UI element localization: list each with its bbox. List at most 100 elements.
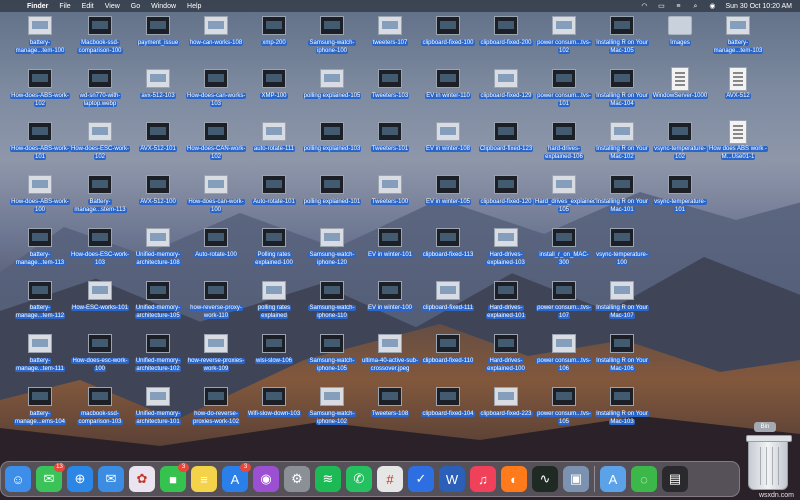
desktop-file-icon[interactable]: EV in winter-110 xyxy=(417,65,479,117)
desktop-file-icon[interactable]: How does ABS work - M...Use01-1 xyxy=(707,118,769,170)
desktop-file-icon[interactable]: clipboard-fixed-100 xyxy=(417,12,479,64)
desktop-file-icon[interactable]: wisi-slow-106 xyxy=(243,330,305,382)
desktop-file-icon[interactable]: vsync-temperature-101 xyxy=(649,171,711,223)
dock-system-preferences-icon[interactable]: ⚙ xyxy=(284,466,310,492)
desktop-file-icon[interactable]: Images xyxy=(649,12,711,64)
dock-notes-icon[interactable]: ≡ xyxy=(191,466,217,492)
desktop-file-icon[interactable]: Installing R on Your Mac-105 xyxy=(591,12,653,64)
desktop-file-icon[interactable]: Hard_drives_explained-105 xyxy=(533,171,600,223)
desktop-file-icon[interactable]: Samsung-watch-iphone-120 xyxy=(301,224,363,276)
desktop-file-icon[interactable]: EV in winter-101 xyxy=(359,224,421,276)
desktop-file-icon[interactable]: AVX-512 xyxy=(707,65,769,117)
desktop-file-icon[interactable]: Tweeters-101 xyxy=(359,118,421,170)
dock-microsoft-to-do-icon[interactable]: ✓ xyxy=(408,466,434,492)
desktop-file-icon[interactable]: xmp-200 xyxy=(243,12,305,64)
desktop-file-icon[interactable]: Samsung-watch-iphone-102 xyxy=(301,383,363,435)
desktop-file-icon[interactable]: Auto-rotate-101 xyxy=(243,171,305,223)
desktop-file-icon[interactable]: Installing R on Your Mac-102 xyxy=(591,118,653,170)
desktop-file-icon[interactable]: power consum...tvs-107 xyxy=(533,277,595,329)
desktop-file-icon[interactable]: How-does-ESC-work-103 xyxy=(69,224,131,276)
dock-safari-icon[interactable]: ⊕ xyxy=(67,466,93,492)
dock-slack-icon[interactable]: # xyxy=(377,466,403,492)
desktop-file-icon[interactable]: How-does-can-work-100 xyxy=(185,171,247,223)
desktop-file-icon[interactable]: auto-rotate-111 xyxy=(243,118,305,170)
desktop-file-icon[interactable]: XMP-100 xyxy=(243,65,305,117)
desktop-file-icon[interactable]: clipboard-fixed-223 xyxy=(475,383,537,435)
desktop-file-icon[interactable]: power consum...tvs-105 xyxy=(533,383,595,435)
menu-edit[interactable]: Edit xyxy=(82,3,94,10)
dock-downloads-stack-icon[interactable]: ◌ xyxy=(631,466,657,492)
desktop-file-icon[interactable]: AVX-512-101 xyxy=(127,118,189,170)
dock-whatsapp-icon[interactable]: ✆ xyxy=(346,466,372,492)
desktop-file-icon[interactable]: Hard-drives-explained-100 xyxy=(475,330,537,382)
desktop-file-icon[interactable]: AVX-512-100 xyxy=(127,171,189,223)
desktop-file-icon[interactable]: how-reverse-proxy-work-110 xyxy=(185,277,247,329)
bin[interactable]: Bin xyxy=(744,422,792,494)
dock-mail-icon[interactable]: ✉ xyxy=(98,466,124,492)
desktop-file-icon[interactable]: How-does-can-works-103 xyxy=(185,65,247,117)
menu-app-name[interactable]: Finder xyxy=(27,3,48,10)
desktop-file-icon[interactable]: power consum...tvs-101 xyxy=(533,65,595,117)
desktop-file-icon[interactable]: How-does-ABS-work-102 xyxy=(9,65,71,117)
dock-activity-monitor-icon[interactable]: ∿ xyxy=(532,466,558,492)
desktop-file-icon[interactable]: install_r_on_MAC-300 xyxy=(533,224,595,276)
desktop-file-icon[interactable]: vsync-temperature-100 xyxy=(591,224,653,276)
desktop-file-icon[interactable]: clipboard-fixed-120 xyxy=(475,171,537,223)
dock-music-icon[interactable]: ♫ xyxy=(470,466,496,492)
desktop-file-icon[interactable]: How-does-ESC-work-102 xyxy=(69,118,131,170)
desktop-file-icon[interactable]: payment_issue xyxy=(127,12,189,64)
desktop-file-icon[interactable]: power consum...tvs-106 xyxy=(533,330,595,382)
desktop-file-icon[interactable]: tweeters-107 xyxy=(359,12,421,64)
desktop-file-icon[interactable]: How-does-ABS-work-100 xyxy=(9,171,71,223)
apple-logo-icon[interactable] xyxy=(8,3,16,10)
desktop-file-icon[interactable]: how-do-reverse-proxies-work-102 xyxy=(185,383,247,435)
desktop-file-icon[interactable]: WindowServer-1000 xyxy=(649,65,711,117)
desktop-file-icon[interactable]: battery-manage...tem-103 xyxy=(707,12,769,64)
desktop-file-icon[interactable]: How-does-esc-work-100 xyxy=(69,330,131,382)
dock-applications-folder-icon[interactable]: A xyxy=(600,466,626,492)
desktop-file-icon[interactable]: Unified-memory-architecture-108 xyxy=(127,224,189,276)
desktop-file-icon[interactable]: battery-manage...ems-104 xyxy=(9,383,71,435)
wifi-icon[interactable]: ◠ xyxy=(640,3,648,10)
desktop-file-icon[interactable]: EV in winter-100 xyxy=(359,277,421,329)
desktop-file-icon[interactable]: how-reverse-proxies-work-109 xyxy=(185,330,247,382)
desktop-file-icon[interactable]: wd-sn770-with-laptop.webp xyxy=(69,65,131,117)
desktop-file-icon[interactable]: clipboard-fixed-200 xyxy=(475,12,537,64)
menu-go[interactable]: Go xyxy=(131,3,140,10)
desktop-file-icon[interactable]: Macbook-ssd-comparison-100 xyxy=(69,12,131,64)
dock-podcasts-icon[interactable]: ◉ xyxy=(253,466,279,492)
desktop-file-icon[interactable]: battery-manage...tem-112 xyxy=(9,277,71,329)
desktop-file-icon[interactable]: macbook-ssd-comparison-103 xyxy=(69,383,131,435)
desktop-file-icon[interactable]: How-ESC-works-101 xyxy=(69,277,131,329)
desktop-file-icon[interactable]: Samsung-watch-iphone-105 xyxy=(301,330,363,382)
menu-view[interactable]: View xyxy=(105,3,120,10)
desktop-file-icon[interactable]: clipboard-fixed-111 xyxy=(417,277,479,329)
desktop-file-icon[interactable]: hard-drives-explained-106 xyxy=(533,118,595,170)
desktop-file-icon[interactable]: how-can-works-108 xyxy=(185,12,247,64)
desktop-file-icon[interactable]: clipboard-fixed-129 xyxy=(475,65,537,117)
desktop-file-icon[interactable]: Unified-memory-architecture-105 xyxy=(127,277,189,329)
menu-file[interactable]: File xyxy=(59,3,70,10)
desktop-file-icon[interactable]: polling explained-103 xyxy=(301,118,363,170)
dock-app-store-icon[interactable]: A3 xyxy=(222,463,251,492)
desktop-file-icon[interactable]: Tweeters-100 xyxy=(359,171,421,223)
desktop-file-icon[interactable]: Tweeters-108 xyxy=(359,383,421,435)
desktop-file-icon[interactable]: polling explained-105 xyxy=(301,65,363,117)
desktop-file-icon[interactable]: Installing R on Your Mac-107 xyxy=(591,277,653,329)
dock-finder-icon[interactable]: ☺ xyxy=(5,466,31,492)
desktop-file-icon[interactable]: clipboard-fixed-113 xyxy=(417,224,479,276)
desktop-file-icon[interactable]: Wifi-slow-down-103 xyxy=(243,383,305,435)
desktop-file-icon[interactable]: battery-manage...tem-113 xyxy=(9,224,71,276)
desktop-file-icon[interactable]: Hard-drives-explained-103 xyxy=(475,224,537,276)
spotlight-icon[interactable]: ⌕ xyxy=(691,3,699,10)
desktop-file-icon[interactable]: polling rates explained xyxy=(243,277,305,329)
menu-clock[interactable]: Sun 30 Oct 10:20 AM xyxy=(725,3,792,10)
desktop-file-icon[interactable]: Installing R on Your Mac-106 xyxy=(591,330,653,382)
dock-recent-screenshot-icon[interactable]: ▤ xyxy=(662,466,688,492)
desktop-file-icon[interactable]: Installing R on Your Mac-104 xyxy=(591,65,653,117)
desktop-file-icon[interactable]: polling explained-101 xyxy=(301,171,363,223)
desktop-file-icon[interactable]: battery-manage...tem-111 xyxy=(9,330,71,382)
desktop-file-icon[interactable]: Clipboard-fixed-123 xyxy=(475,118,537,170)
dock-photos-icon[interactable]: ✿ xyxy=(129,466,155,492)
desktop-file-icon[interactable]: Tweeters-103 xyxy=(359,65,421,117)
